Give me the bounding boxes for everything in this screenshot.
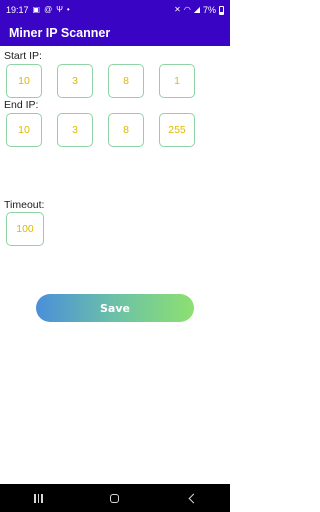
home-icon	[110, 493, 120, 503]
end-ip-octet-2[interactable]: 3	[57, 113, 93, 147]
start-ip-octet-1[interactable]: 10	[6, 64, 42, 98]
image-icon: ▣	[32, 5, 41, 14]
battery-percent: 7%	[202, 5, 216, 15]
mute-icon: ✕	[174, 5, 181, 14]
nav-bar	[0, 484, 230, 512]
usb-icon: Ψ	[56, 5, 63, 14]
recents-button[interactable]	[18, 488, 58, 508]
status-left: 19:17 ▣ @ Ψ •	[6, 5, 70, 15]
app-title: Miner IP Scanner	[9, 26, 111, 40]
back-button[interactable]	[172, 488, 212, 508]
app-bar: Miner IP Scanner	[0, 20, 230, 46]
signal-icon: ◢	[193, 5, 200, 14]
start-ip-octet-4[interactable]: 1	[159, 64, 195, 98]
end-ip-octet-3[interactable]: 8	[108, 113, 144, 147]
wifi-icon: ◠	[183, 5, 191, 14]
recents-icon	[34, 493, 43, 503]
timeout-label: Timeout:	[4, 199, 45, 211]
status-bar: 19:17 ▣ @ Ψ • ✕ ◠ ◢ 7%	[0, 0, 230, 20]
end-ip-octet-1[interactable]: 10	[6, 113, 42, 147]
at-icon: @	[44, 5, 53, 14]
timeout-input[interactable]: 100	[6, 212, 44, 246]
status-right: ✕ ◠ ◢ 7%	[174, 5, 224, 15]
save-button[interactable]: Save	[36, 294, 194, 322]
start-ip-label: Start IP:	[4, 50, 42, 62]
end-ip-octet-4[interactable]: 255	[159, 113, 195, 147]
end-ip-label: End IP:	[4, 99, 39, 111]
back-icon	[188, 493, 199, 503]
start-ip-octet-3[interactable]: 8	[108, 64, 144, 98]
start-ip-octet-2[interactable]: 3	[57, 64, 93, 98]
dot-icon: •	[66, 5, 70, 14]
status-time: 19:17	[6, 5, 29, 15]
battery-icon	[219, 5, 224, 15]
home-button[interactable]	[95, 488, 135, 508]
